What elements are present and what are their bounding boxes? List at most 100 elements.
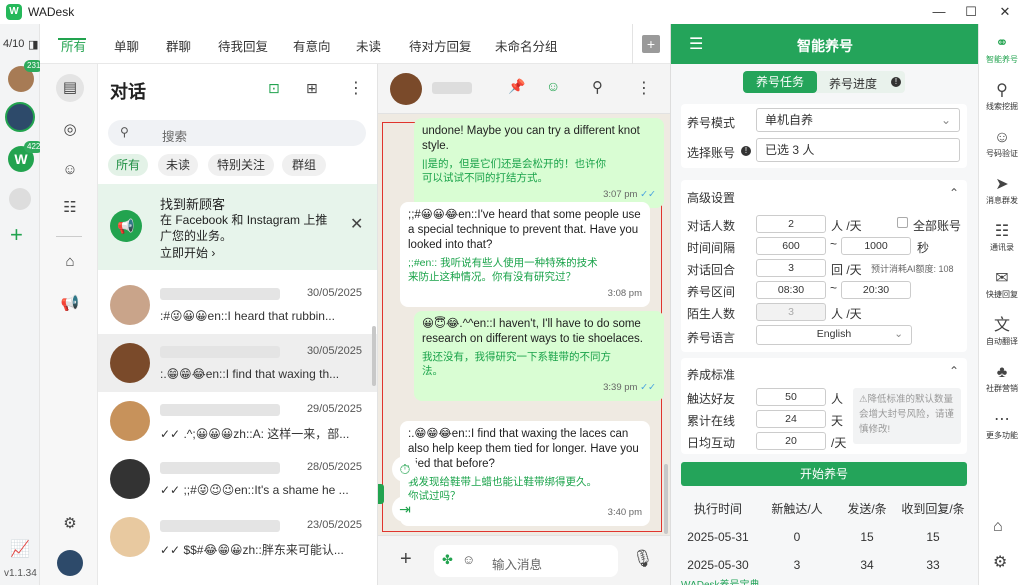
tab-unnamed-group[interactable]: 未命名分组	[495, 36, 558, 55]
incoming-message[interactable]: ;;#😀😀😂en::I've heard that some people us…	[400, 202, 650, 307]
tab-await-my-reply[interactable]: 待我回复	[218, 36, 268, 55]
pin-icon[interactable]: 📌	[508, 78, 525, 95]
f5-input[interactable]: 3	[756, 303, 826, 321]
filter-unread-chip[interactable]: 未读	[158, 154, 198, 176]
sidebar-item-icon: ☺	[993, 129, 1011, 146]
filter-starred-chip[interactable]: 特别关注	[208, 154, 274, 176]
s2-input[interactable]: 24	[756, 410, 826, 428]
communities-icon[interactable]: ☷	[56, 194, 84, 222]
mode-select[interactable]: 单机自养 ⌄	[756, 108, 960, 132]
sidebar-item[interactable]: ☺ 号码验证	[979, 128, 1024, 159]
chevron-up-icon[interactable]: ⌃	[949, 364, 959, 378]
collapse-handle[interactable]	[378, 484, 384, 504]
login-icon[interactable]: ⇥	[392, 496, 418, 522]
scrollbar[interactable]	[372, 326, 376, 386]
add-account-icon[interactable]: +	[10, 224, 23, 246]
f1-input[interactable]: 2	[756, 215, 826, 233]
clock-icon[interactable]: ⏱	[392, 456, 418, 482]
more-options-icon[interactable]: ⋮	[348, 78, 364, 98]
more-options-icon[interactable]: ⋮	[636, 78, 652, 98]
filter-all-chip[interactable]: 所有	[108, 154, 148, 176]
sidebar-item[interactable]: ☷ 通讯录	[979, 222, 1024, 253]
status-icon[interactable]: ◎	[56, 116, 84, 144]
settings-icon[interactable]: ⚙	[56, 510, 84, 538]
s3-input[interactable]: 20	[756, 432, 826, 450]
contact-avatar[interactable]	[390, 73, 422, 105]
message-input[interactable]: 输入消息	[492, 554, 542, 573]
f4-input-end[interactable]: 20:30	[841, 281, 911, 299]
chat-list-item[interactable]: 23/05/2025 ✓✓ $$#😂😁😀zh::胖东来可能认...	[98, 508, 377, 566]
info-icon[interactable]: !	[741, 146, 751, 156]
chat-list-item[interactable]: 30/05/2025:.😁😁😂en::I find that waxing th…	[98, 334, 377, 392]
close-icon[interactable]: ✕	[350, 214, 363, 234]
sidebar-item[interactable]: ⚲ 线索挖掘	[979, 81, 1024, 112]
f3-input[interactable]: 3	[756, 259, 826, 277]
sidebar-item[interactable]: ⋯ 更多功能	[979, 410, 1024, 441]
f2-input-max[interactable]: 1000	[841, 237, 911, 255]
incoming-message[interactable]: :.😁😁😂en::I find that waxing the laces ca…	[400, 421, 650, 526]
f2-input-min[interactable]: 600	[756, 237, 826, 255]
account-avatar-2[interactable]	[5, 102, 35, 132]
channels-icon[interactable]: ☺	[56, 156, 84, 184]
menu-icon[interactable]: ☰	[689, 34, 703, 54]
promo-banner[interactable]: 📢 找到新顾客 在 Facebook 和 Instagram 上推广您的业务。 …	[98, 184, 377, 270]
monitor-icon[interactable]: 📈	[10, 539, 30, 559]
chat-preview: :#😜😀😀en::I heard that rubbin...	[160, 309, 335, 323]
attach-icon[interactable]: +	[400, 548, 412, 571]
banner-cta[interactable]: 立即开始 ›	[160, 244, 215, 261]
megaphone-icon[interactable]: 📢	[56, 290, 84, 318]
sidebar-item[interactable]: ✉ 快捷回复	[979, 269, 1024, 300]
sidebar-item[interactable]: ⚭ 智能养号	[979, 34, 1024, 65]
account-select[interactable]: 已选 3 人	[756, 138, 960, 162]
tab-group[interactable]: 群聊	[166, 36, 191, 55]
tab-unread[interactable]: 未读	[356, 36, 381, 55]
empty-account-icon[interactable]	[9, 188, 31, 210]
segment-task[interactable]: 养号任务	[743, 71, 817, 93]
settings-icon[interactable]: ⚙	[993, 552, 1007, 572]
chats-icon[interactable]: ▤	[56, 74, 84, 102]
collapse-icon[interactable]: ◨	[28, 38, 38, 51]
filter-groups-chip[interactable]: 群组	[282, 154, 326, 176]
sidebar-item[interactable]: ➤ 消息群发	[979, 175, 1024, 206]
outgoing-message[interactable]: undone! Maybe you can try a different kn…	[414, 118, 664, 208]
search-icon[interactable]: ⚲	[592, 78, 603, 96]
profile-avatar[interactable]	[57, 550, 83, 576]
translate-icon[interactable]: ✤	[442, 552, 453, 568]
search-bar[interactable]: ⚲ 搜索	[108, 120, 366, 146]
start-nurture-button[interactable]: 开始养号	[681, 462, 967, 486]
chevron-up-icon[interactable]: ⌃	[949, 186, 959, 200]
close-button[interactable]: ✕	[990, 3, 1020, 21]
tab-interested[interactable]: 有意向	[293, 36, 331, 55]
microphone-icon[interactable]: 🎙	[632, 549, 654, 569]
all-accounts-checkbox[interactable]	[897, 217, 908, 228]
add-tab-icon[interactable]: +	[642, 35, 660, 53]
info-icon[interactable]: !	[891, 77, 901, 87]
sidebar-item-icon: 文	[993, 317, 1010, 334]
new-chat-icon[interactable]: ⊡	[268, 80, 280, 97]
search-input[interactable]: 搜索	[162, 126, 187, 145]
tab-await-their-reply[interactable]: 待对方回复	[409, 36, 472, 55]
store-icon[interactable]: ⌂	[56, 248, 84, 276]
megaphone-icon: 📢	[110, 210, 142, 242]
f4-input-start[interactable]: 08:30	[756, 281, 826, 299]
language-select[interactable]: English ⌄	[756, 325, 912, 345]
store-icon[interactable]: ⌂	[993, 518, 1003, 536]
sticker-icon[interactable]: ☺	[462, 552, 475, 567]
chat-list-item[interactable]: 29/05/2025 ✓✓ .^;😀😀😀zh::A: 这样一来，部...	[98, 392, 377, 450]
tab-single[interactable]: 单聊	[114, 36, 139, 55]
scrollbar[interactable]	[664, 464, 668, 534]
sidebar-item[interactable]: 文自动翻译	[979, 316, 1024, 347]
minimize-button[interactable]: —	[924, 3, 954, 21]
sidebar-item[interactable]: ♣ 社群营销	[979, 363, 1024, 394]
segment-progress[interactable]: 养号进度	[829, 75, 877, 92]
message-time: 3:08 pm	[607, 288, 642, 299]
contact-card-icon[interactable]: ☺	[546, 78, 560, 94]
maximize-button[interactable]: ☐	[956, 3, 986, 21]
message-input-box[interactable]: ✤ ☺ 输入消息	[434, 545, 618, 577]
add-icon[interactable]: ⊞	[306, 80, 318, 97]
s1-input[interactable]: 50	[756, 388, 826, 406]
chat-list-item[interactable]: 30/05/2025:#😜😀😀en::I heard that rubbin..…	[98, 276, 377, 334]
chat-list-item[interactable]: 28/05/2025 ✓✓ ;;#😜😉😉en::It's a shame he .…	[98, 450, 377, 508]
footer-link[interactable]: WADesk养号宝典	[681, 576, 760, 585]
outgoing-message[interactable]: 😀😇😂.^^en::I haven't, I'll have to do som…	[414, 311, 664, 401]
